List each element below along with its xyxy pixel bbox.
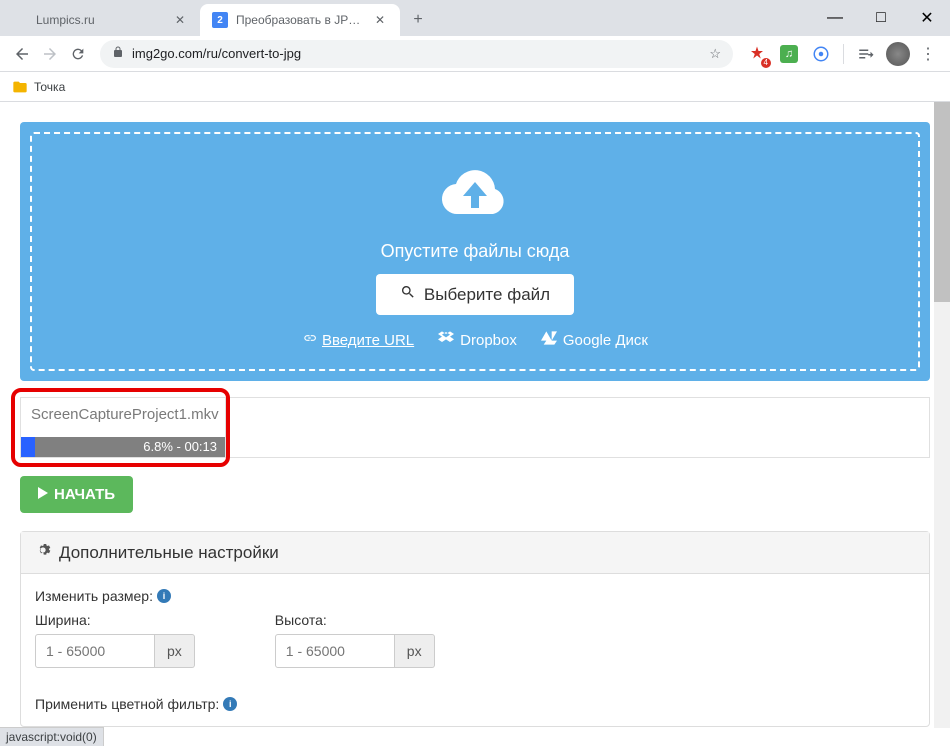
height-label: Высота: — [275, 612, 435, 628]
forward-button[interactable] — [36, 40, 64, 68]
width-field: Ширина: px — [35, 612, 195, 668]
lock-icon — [112, 46, 124, 61]
extension-icon[interactable]: ♫ — [775, 40, 803, 68]
tab-title: Преобразовать в JPG — Конвер — [236, 13, 366, 27]
close-window-button[interactable]: ✕ — [904, 0, 950, 36]
folder-icon — [12, 79, 28, 95]
favicon-img2go: 2 — [212, 12, 228, 28]
browser-toolbar: img2go.com/ru/convert-to-jpg ☆ 4 ♫ ⋮ — [0, 36, 950, 72]
dropzone[interactable]: Опустите файлы сюда Выберите файл Введит… — [20, 122, 930, 381]
dropzone-inner: Опустите файлы сюда Выберите файл Введит… — [30, 132, 920, 371]
height-input[interactable] — [275, 634, 395, 668]
url-text: img2go.com/ru/convert-to-jpg — [132, 46, 301, 61]
browser-titlebar: Lumpics.ru ✕ 2 Преобразовать в JPG — Кон… — [0, 0, 950, 36]
unit-label: px — [395, 634, 435, 668]
dropzone-text: Опустите файлы сюда — [32, 241, 918, 262]
start-button[interactable]: НАЧАТЬ — [20, 476, 133, 513]
unit-label: px — [155, 634, 195, 668]
settings-header[interactable]: Дополнительные настройки — [21, 532, 929, 574]
favicon-lumpics — [12, 12, 28, 28]
progress-text: 6.8% - 00:13 — [143, 439, 217, 454]
new-tab-button[interactable]: + — [404, 6, 432, 34]
close-icon[interactable]: ✕ — [372, 12, 388, 28]
resize-label: Изменить размер: i — [35, 588, 915, 604]
dropzone-links: Введите URL Dropbox Google Диск — [32, 331, 918, 349]
progress-fill — [21, 437, 35, 457]
search-icon — [400, 284, 416, 305]
info-icon[interactable]: i — [223, 697, 237, 711]
separator — [843, 44, 844, 64]
chevron-right-icon — [38, 486, 48, 503]
scrollbar[interactable] — [934, 102, 950, 728]
tab-img2go[interactable]: 2 Преобразовать в JPG — Конвер ✕ — [200, 4, 400, 36]
dropbox-icon — [438, 331, 454, 349]
enter-url-link[interactable]: Введите URL — [302, 331, 414, 349]
extension-icon[interactable] — [807, 40, 835, 68]
color-filter-label: Применить цветной фильтр: i — [35, 696, 915, 712]
address-bar[interactable]: img2go.com/ru/convert-to-jpg ☆ — [100, 40, 733, 68]
window-controls: — □ ✕ — [812, 0, 950, 36]
file-cell: ScreenCaptureProject1.mkv 6.8% - 00:13 — [21, 398, 226, 457]
page-content: Опустите файлы сюда Выберите файл Введит… — [0, 102, 950, 728]
reload-button[interactable] — [64, 40, 92, 68]
tab-title: Lumpics.ru — [36, 13, 166, 27]
bookmark-folder[interactable]: Точка — [12, 79, 65, 95]
google-drive-icon — [541, 331, 557, 349]
gear-icon — [35, 542, 51, 563]
menu-button[interactable]: ⋮ — [914, 40, 942, 68]
start-label: НАЧАТЬ — [54, 486, 115, 503]
file-upload-row: ScreenCaptureProject1.mkv 6.8% - 00:13 — [20, 397, 930, 458]
link-icon — [302, 331, 316, 349]
settings-panel: Дополнительные настройки Изменить размер… — [20, 531, 930, 727]
select-file-button[interactable]: Выберите файл — [376, 274, 574, 315]
dimensions-row: Ширина: px Высота: px — [35, 612, 915, 668]
select-file-label: Выберите файл — [424, 285, 550, 305]
settings-body: Изменить размер: i Ширина: px Высота: px — [21, 574, 929, 726]
reading-list-icon[interactable] — [852, 40, 880, 68]
status-bar: javascript:void(0) — [0, 727, 104, 746]
file-row-spacer — [226, 398, 929, 457]
star-icon[interactable]: ☆ — [709, 46, 721, 62]
width-label: Ширина: — [35, 612, 195, 628]
tab-lumpics[interactable]: Lumpics.ru ✕ — [0, 4, 200, 36]
width-input[interactable] — [35, 634, 155, 668]
height-field: Высота: px — [275, 612, 435, 668]
minimize-button[interactable]: — — [812, 0, 858, 36]
dropbox-link[interactable]: Dropbox — [438, 331, 517, 349]
settings-title: Дополнительные настройки — [59, 543, 279, 563]
google-drive-link[interactable]: Google Диск — [541, 331, 648, 349]
close-icon[interactable]: ✕ — [172, 12, 188, 28]
upload-progress: 6.8% - 00:13 — [21, 437, 225, 457]
info-icon[interactable]: i — [157, 589, 171, 603]
maximize-button[interactable]: □ — [858, 0, 904, 36]
profile-avatar[interactable] — [886, 42, 910, 66]
bookmark-label: Точка — [34, 80, 65, 94]
back-button[interactable] — [8, 40, 36, 68]
cloud-upload-icon — [435, 164, 515, 229]
extension-icon[interactable]: 4 — [743, 40, 771, 68]
bookmarks-bar: Точка — [0, 72, 950, 102]
scrollbar-thumb[interactable] — [934, 102, 950, 302]
file-name: ScreenCaptureProject1.mkv — [21, 398, 225, 431]
